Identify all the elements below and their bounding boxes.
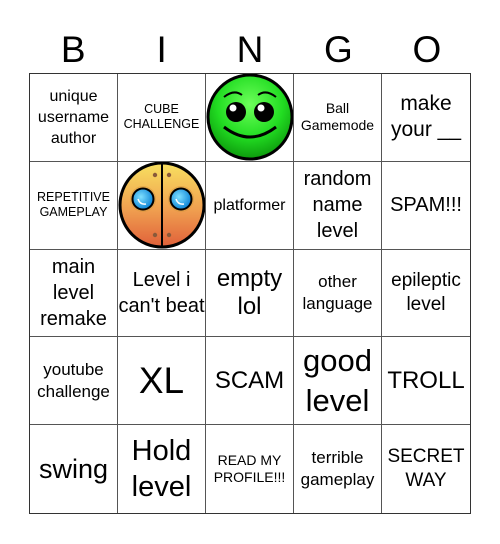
bingo-cell[interactable]: Hold level: [118, 425, 206, 513]
cell-label: unique username author: [37, 87, 110, 147]
cell-label: swing: [38, 453, 109, 484]
bingo-cell[interactable]: Level i can't beat: [118, 249, 206, 338]
bingo-cell[interactable]: other language: [294, 249, 382, 338]
cell-label: main level remake: [40, 255, 107, 330]
cell-label: platformer: [213, 196, 286, 214]
bingo-cell[interactable]: REPETITIVE GAMEPLAY: [30, 161, 118, 250]
bingo-header: B I N G O: [29, 28, 471, 72]
cell-label: youtube challenge: [37, 359, 110, 401]
bingo-cell[interactable]: random name level: [294, 161, 382, 250]
bingo-grid: unique username author CUBE CHALLENGE Ba…: [29, 73, 471, 514]
cell-label: good level: [303, 342, 372, 418]
bingo-cell[interactable]: empty lol: [206, 249, 294, 338]
bingo-cell[interactable]: SECRET WAY: [382, 425, 470, 513]
bingo-cell[interactable]: unique username author: [30, 74, 118, 162]
bingo-cell[interactable]: TROLL: [382, 337, 470, 426]
bingo-cell[interactable]: [206, 74, 294, 162]
bingo-cell[interactable]: Ball Gamemode: [294, 74, 382, 162]
bingo-cell[interactable]: good level: [294, 337, 382, 426]
cell-label: Ball Gamemode: [300, 100, 375, 134]
bingo-cell[interactable]: SCAM: [206, 337, 294, 426]
green-cube-face-icon: [206, 74, 293, 161]
header-letter-n: N: [236, 29, 264, 70]
bingo-cell[interactable]: main level remake: [30, 249, 118, 338]
bingo-cell[interactable]: XL: [118, 337, 206, 426]
cell-label: Hold level: [131, 435, 192, 504]
orange-robot-face-icon: [118, 161, 205, 249]
bingo-cell[interactable]: youtube challenge: [30, 337, 118, 426]
cell-label: SECRET WAY: [387, 446, 465, 492]
cell-label: SPAM!!!: [390, 194, 462, 217]
bingo-cell[interactable]: epileptic level: [382, 250, 470, 338]
cell-label: SCAM: [214, 366, 285, 394]
cell-label: Level i can't beat: [118, 268, 205, 317]
cell-label: make your __: [390, 92, 462, 142]
cell-label: empty lol: [216, 264, 283, 320]
header-letter-b: B: [60, 29, 86, 70]
bingo-cell[interactable]: SPAM!!!: [382, 162, 470, 250]
cell-label: XL: [138, 359, 185, 401]
bingo-cell[interactable]: make your __: [382, 74, 470, 162]
cell-label: terrible gameplay: [300, 448, 375, 490]
bingo-cell[interactable]: swing: [30, 425, 118, 513]
cell-label: random name level: [303, 168, 372, 243]
bingo-cell[interactable]: READ MY PROFILE!!!: [206, 425, 294, 513]
cell-label: READ MY PROFILE!!!: [213, 452, 286, 486]
cell-label: CUBE CHALLENGE: [123, 102, 200, 132]
cell-label: other language: [302, 271, 373, 313]
header-letter-o: O: [412, 29, 442, 70]
bingo-cell[interactable]: platformer: [206, 161, 294, 250]
bingo-cell[interactable]: terrible gameplay: [294, 425, 382, 513]
cell-label: TROLL: [387, 366, 465, 394]
cell-label: epileptic level: [391, 269, 461, 315]
bingo-cell[interactable]: [118, 161, 206, 250]
header-letter-g: G: [324, 29, 353, 70]
cell-label: REPETITIVE GAMEPLAY: [37, 190, 110, 220]
header-letter-i: I: [156, 29, 167, 70]
bingo-cell[interactable]: CUBE CHALLENGE: [118, 74, 206, 162]
